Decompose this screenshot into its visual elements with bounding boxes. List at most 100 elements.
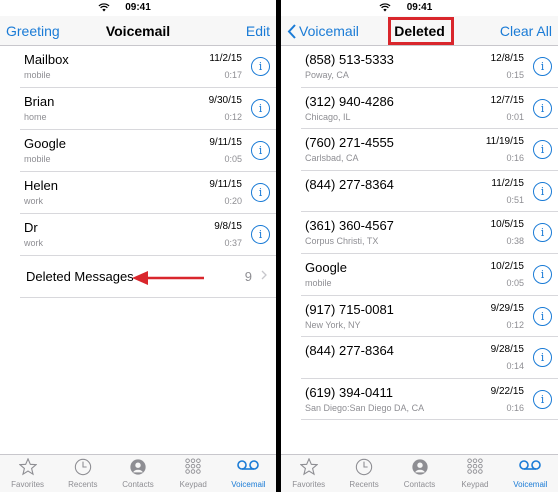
item-date: 9/8/15 (214, 221, 242, 232)
item-subtitle: Poway, CA (305, 70, 349, 80)
info-icon[interactable]: i (251, 99, 270, 118)
item-name: Google (24, 136, 66, 151)
item-name: (844) 277-8364 (305, 176, 394, 192)
chevron-right-icon (261, 270, 267, 280)
list-item[interactable]: Brian home 9/30/15 0:12 i (20, 88, 276, 130)
item-date: 9/11/15 (209, 179, 242, 190)
tab-label: Contacts (403, 480, 436, 489)
item-name: (619) 394-0411 (305, 384, 393, 400)
info-icon[interactable]: i (251, 141, 270, 160)
item-duration: 0:17 (224, 70, 242, 80)
tab-label: Keypad (179, 480, 207, 489)
contact-icon (411, 458, 429, 481)
item-name: (844) 277-8364 (305, 343, 394, 359)
list-item[interactable]: Google mobile 10/2/15 0:05 i (301, 254, 558, 296)
list-item[interactable]: (619) 394-0411 San Diego:San Diego DA, CA… (301, 379, 558, 421)
red-arrow-icon (132, 271, 204, 285)
nav-bar: Greeting Voicemail Edit (0, 16, 276, 46)
list-item[interactable]: Dr work 9/8/15 0:37 i (20, 214, 276, 256)
info-icon[interactable]: i (533, 389, 552, 409)
tab-recents[interactable]: Recents (55, 455, 110, 492)
item-duration: 0:51 (506, 194, 524, 205)
tab-label: Voicemail (231, 480, 266, 489)
contact-icon (129, 458, 147, 481)
info-icon[interactable]: i (533, 223, 552, 243)
info-icon[interactable]: i (533, 140, 552, 160)
item-name: (361) 360-4567 (305, 218, 394, 234)
info-icon[interactable]: i (251, 225, 270, 244)
item-subtitle: work (24, 238, 44, 248)
list-item[interactable]: (858) 513-5333 Poway, CA 12/8/15 0:15 i (301, 46, 558, 88)
item-date: 9/29/15 (490, 302, 524, 314)
tab-label: Contacts (122, 480, 154, 489)
tab-label: Favorites (11, 480, 45, 489)
info-icon[interactable]: i (251, 57, 270, 76)
item-name: Dr (24, 220, 38, 235)
info-icon[interactable]: i (251, 183, 270, 202)
info-icon[interactable]: i (533, 264, 552, 284)
tab-favorites[interactable]: Favorites (281, 455, 336, 492)
page-title: Voicemail (105, 23, 171, 39)
tab-keypad[interactable]: Keypad (447, 455, 502, 492)
info-icon[interactable]: i (533, 348, 552, 368)
list-item[interactable]: Google mobile 9/11/15 0:05 i (20, 130, 276, 172)
deleted-count: 9 (244, 269, 252, 284)
info-icon[interactable]: i (533, 181, 552, 201)
item-date: 12/7/15 (490, 94, 524, 106)
star-icon (18, 457, 38, 481)
tab-bar: Favorites Recents Contacts Keypad Voicemail (281, 454, 558, 492)
title-highlight-box (388, 17, 454, 45)
tab-bar: Favorites Recents Contacts Keypad Voicemail (0, 454, 276, 492)
info-icon[interactable]: i (533, 57, 552, 76)
tab-label: Voicemail (513, 480, 548, 489)
tab-keypad[interactable]: Keypad (166, 455, 221, 492)
info-icon[interactable]: i (533, 98, 552, 118)
voicemail-list: Mailbox mobile 11/2/15 0:17 i Brian home 9/30/1… (0, 46, 276, 256)
item-subtitle: work (24, 196, 44, 206)
list-item[interactable]: Helen work 9/11/15 0:20 i (20, 172, 276, 214)
item-subtitle: Chicago, IL (305, 111, 351, 122)
edit-button[interactable]: Edit (246, 23, 270, 39)
status-bar: 09:41 (281, 0, 558, 16)
tab-voicemail[interactable]: Voicemail (221, 455, 276, 492)
item-duration: 0:12 (506, 319, 524, 330)
list-item[interactable]: (917) 715-0081 New York, NY 9/29/15 0:12 i (301, 296, 558, 338)
deleted-messages-label: Deleted Messages (26, 269, 134, 284)
voicemail-screen: 09:41 Greeting Voicemail Edit Mailbox mob… (0, 0, 276, 492)
tab-contacts[interactable]: Contacts (110, 455, 165, 492)
status-time: 09:41 (125, 2, 151, 13)
keypad-icon (466, 458, 484, 481)
list-item[interactable]: (312) 940-4286 Chicago, IL 12/7/15 0:01 i (301, 88, 558, 130)
keypad-icon (184, 458, 202, 481)
tab-label: Recents (349, 480, 379, 489)
list-item[interactable]: (361) 360-4567 Corpus Christi, TX 10/5/15 0… (301, 212, 558, 254)
deleted-messages-row[interactable]: Deleted Messages 9 (20, 256, 276, 298)
item-duration: 0:16 (506, 402, 524, 413)
item-duration: 0:16 (506, 153, 524, 164)
tab-label: Favorites (292, 480, 326, 489)
list-item[interactable]: (760) 271-4555 Carlsbad, CA 11/19/15 0:16 i (301, 129, 558, 171)
tab-voicemail[interactable]: Voicemail (503, 455, 558, 492)
item-date: 12/8/15 (490, 53, 524, 64)
item-date: 9/28/15 (490, 344, 524, 356)
list-item[interactable]: Mailbox mobile 11/2/15 0:17 i (20, 46, 276, 88)
item-name: (760) 271-4555 (305, 135, 394, 151)
clear-all-button[interactable]: Clear All (500, 23, 552, 39)
tab-favorites[interactable]: Favorites (0, 455, 55, 492)
item-duration: 0:15 (506, 70, 524, 80)
clock-icon (74, 458, 92, 481)
item-subtitle: Carlsbad, CA (305, 153, 359, 164)
list-item[interactable]: (844) 277-8364 11/2/15 0:51 i (301, 171, 558, 213)
item-name: Mailbox (24, 52, 69, 67)
status-time: 09:41 (406, 2, 433, 13)
deleted-screen: 09:41 Voicemail Deleted Clear All (858) … (281, 0, 558, 492)
item-name: Helen (24, 178, 58, 193)
deleted-list: (858) 513-5333 Poway, CA 12/8/15 0:15 i (312)… (281, 46, 558, 421)
item-date: 11/2/15 (209, 53, 242, 64)
tab-recents[interactable]: Recents (336, 455, 391, 492)
tab-label: Keypad (461, 480, 489, 489)
list-item[interactable]: (844) 277-8364 9/28/15 0:14 i (301, 337, 558, 379)
tab-contacts[interactable]: Contacts (392, 455, 447, 492)
item-subtitle: mobile (24, 154, 51, 164)
info-icon[interactable]: i (533, 306, 552, 326)
